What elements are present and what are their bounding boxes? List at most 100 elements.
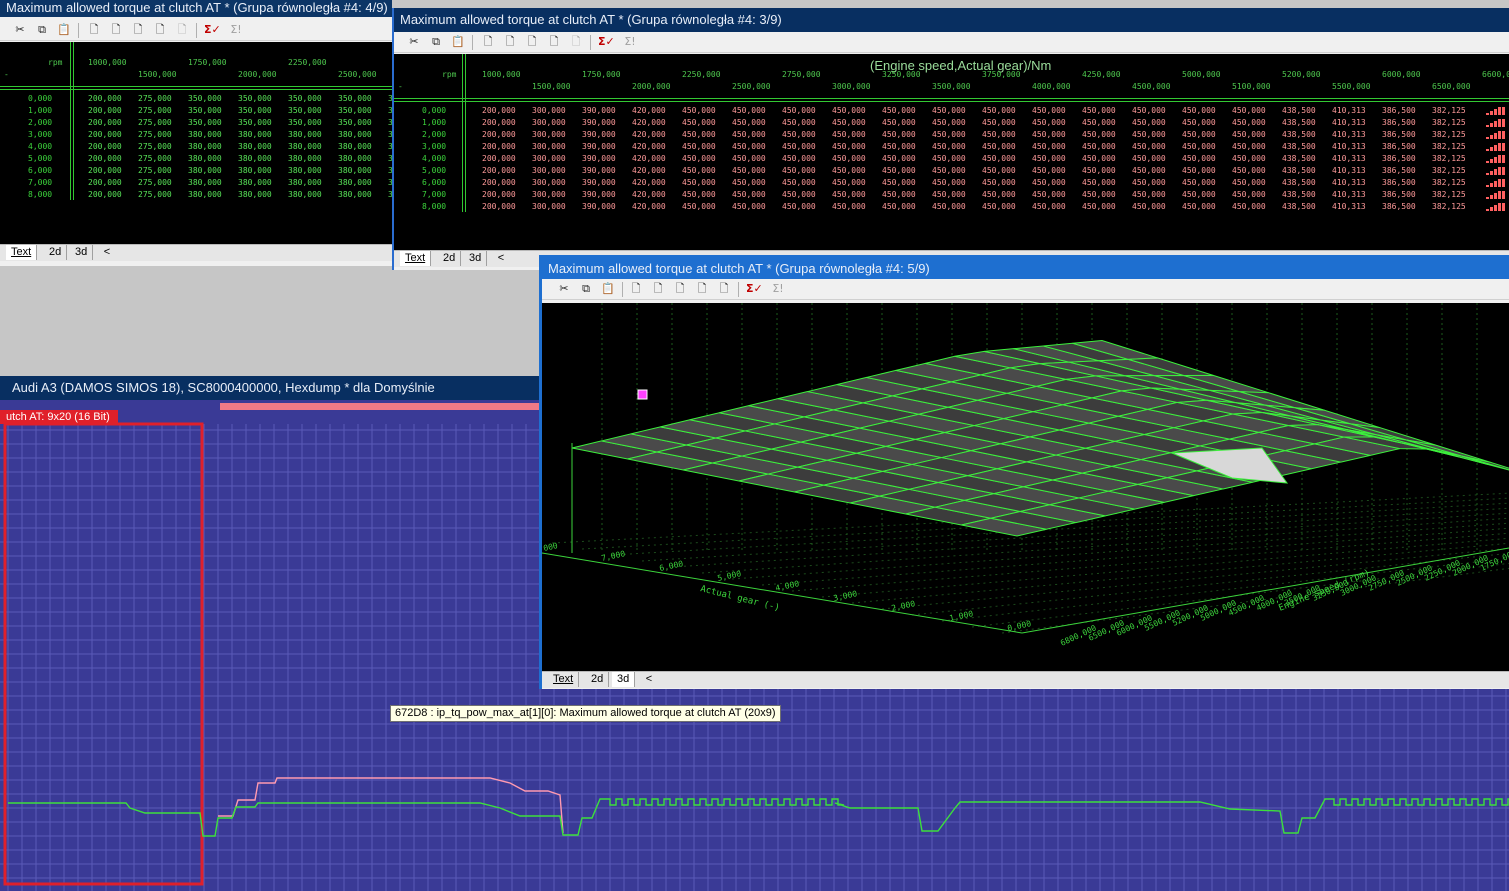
tab-3d[interactable]: 3d <box>70 245 94 260</box>
multiply-page-icon[interactable]: 🗋 <box>524 34 540 50</box>
multiply-page-icon[interactable]: 🗋 <box>130 22 146 38</box>
surface-3d-view[interactable]: 000 7,000 6,000 5,000 4,000 3,000 2,000 1,000 0,… <box>542 303 1509 671</box>
window-title-3[interactable]: Maximum allowed torque at clutch AT * (G… <box>394 8 1509 32</box>
multiply-page-icon[interactable]: 🗋 <box>672 281 688 297</box>
cut-icon[interactable]: ✂ <box>12 22 28 38</box>
surface-cursor[interactable] <box>637 389 648 400</box>
floor-line <box>911 552 1509 616</box>
tab-text[interactable]: Text <box>400 251 432 266</box>
table-cell: 380,000 <box>288 178 322 187</box>
tab-text[interactable]: Text <box>6 245 38 260</box>
table-cell: 450,000 <box>982 190 1016 199</box>
table-cell: 200,000 <box>482 166 516 175</box>
table-cell: 450,000 <box>982 178 1016 187</box>
paste-icon[interactable]: 📋 <box>450 34 466 50</box>
table-cell: 380,000 <box>188 142 222 151</box>
sum-check-icon[interactable]: Σ✓ <box>204 22 221 38</box>
next-page-icon[interactable]: 🗋 <box>174 22 190 38</box>
tab-scroll-left-icon[interactable]: < <box>100 245 114 260</box>
sum-icon[interactable]: Σ! <box>770 281 786 297</box>
view-tabs: Text 2d 3d < <box>0 244 392 261</box>
tab-2d[interactable]: 2d <box>586 672 610 687</box>
sum-check-icon[interactable]: Σ✓ <box>598 34 615 50</box>
table-cell: 450,000 <box>782 130 816 139</box>
table-cell: 390,000 <box>582 190 616 199</box>
column-header: 5100,000 <box>1232 82 1271 91</box>
surface-mesh <box>571 339 1509 537</box>
level-bar <box>1498 155 1501 163</box>
column-header: 5000,000 <box>1182 70 1221 79</box>
remove-page-icon[interactable]: 🗋 <box>502 34 518 50</box>
table-cell: 450,000 <box>832 106 866 115</box>
scale-page-icon[interactable]: 🗋 <box>694 281 710 297</box>
next-page-icon[interactable]: 🗋 <box>716 281 732 297</box>
row-header: 0,000 <box>28 94 53 103</box>
remove-page-icon[interactable]: 🗋 <box>108 22 124 38</box>
sum-icon[interactable]: Σ! <box>228 22 244 38</box>
level-bar <box>1498 131 1501 139</box>
sum-icon[interactable]: Σ! <box>622 34 638 50</box>
tab-scroll-left-icon[interactable]: < <box>494 251 508 266</box>
toolbar-separator <box>590 35 591 50</box>
table-cell: 450,000 <box>932 166 966 175</box>
tab-text[interactable]: Text <box>548 672 580 687</box>
row-header: 2,000 <box>422 130 447 139</box>
table-cell: 350,000 <box>238 118 272 127</box>
copy-icon[interactable]: ⧉ <box>428 34 444 50</box>
tab-2d[interactable]: 2d <box>438 251 462 266</box>
table-cell: 380,000 <box>188 130 222 139</box>
scale-page-icon[interactable]: 🗋 <box>152 22 168 38</box>
window-title-4[interactable]: Maximum allowed torque at clutch AT * (G… <box>0 0 392 17</box>
level-bar <box>1502 107 1505 115</box>
paste-icon[interactable]: 📋 <box>56 22 72 38</box>
table-cell: 390,000 <box>582 142 616 151</box>
table-cell: 410,313 <box>1332 202 1366 211</box>
tab-2d[interactable]: 2d <box>44 245 68 260</box>
cut-icon[interactable]: ✂ <box>406 34 422 50</box>
add-page-icon[interactable]: 🗋 <box>86 22 102 38</box>
tab-scroll-left-icon[interactable]: < <box>642 672 656 687</box>
table-cell: 380,000 <box>188 190 222 199</box>
hexdump-title[interactable]: Audi A3 (DAMOS SIMOS 18), SC8000400000, … <box>0 376 552 400</box>
copy-icon[interactable]: ⧉ <box>578 281 594 297</box>
table-cell: 438,500 <box>1282 142 1316 151</box>
table-cell: 390,000 <box>582 106 616 115</box>
level-bar <box>1494 133 1497 139</box>
table-cell: 450,000 <box>682 106 716 115</box>
column-header: 2750,000 <box>782 70 821 79</box>
tab-3d[interactable]: 3d <box>612 672 636 687</box>
table-cell: 450,000 <box>882 190 916 199</box>
sum-check-icon[interactable]: Σ✓ <box>746 281 763 297</box>
level-bar <box>1490 207 1493 211</box>
table-cell: 420,000 <box>632 130 666 139</box>
window-title-5[interactable]: Maximum allowed torque at clutch AT * (G… <box>542 258 1509 279</box>
next-page-icon[interactable]: 🗋 <box>568 34 584 50</box>
table-cell: 275,000 <box>138 130 172 139</box>
toolbar: ✂ ⧉ 📋 🗋 🗋 🗋 🗋 🗋 Σ✓ Σ! <box>394 32 1509 53</box>
column-header: 4000,000 <box>1032 82 1071 91</box>
copy-icon[interactable]: ⧉ <box>34 22 50 38</box>
table-cell: 275,000 <box>138 190 172 199</box>
table-cell: 200,000 <box>88 130 122 139</box>
table-cell: 450,000 <box>782 142 816 151</box>
column-header: 1000,000 <box>88 58 127 67</box>
table-cell: 450,000 <box>1082 166 1116 175</box>
add-page-icon[interactable]: 🗋 <box>480 34 496 50</box>
add-page-icon[interactable]: 🗋 <box>628 281 644 297</box>
table-cell: 450,000 <box>832 166 866 175</box>
level-bar <box>1498 167 1501 175</box>
cut-icon[interactable]: ✂ <box>556 281 572 297</box>
paste-icon[interactable]: 📋 <box>600 281 616 297</box>
remove-page-icon[interactable]: 🗋 <box>650 281 666 297</box>
level-bar <box>1490 147 1493 151</box>
table-cell: 350,000 <box>238 106 272 115</box>
table-cell: 382,125 <box>1432 106 1466 115</box>
tab-3d[interactable]: 3d <box>464 251 488 266</box>
scale-page-icon[interactable]: 🗋 <box>546 34 562 50</box>
level-bar <box>1486 125 1489 127</box>
axis-dash: - <box>4 70 9 79</box>
table-cell: 350,000 <box>338 94 372 103</box>
table-cell: 380,000 <box>238 130 272 139</box>
table-cell: 450,000 <box>682 166 716 175</box>
row-header: 1,000 <box>422 118 447 127</box>
